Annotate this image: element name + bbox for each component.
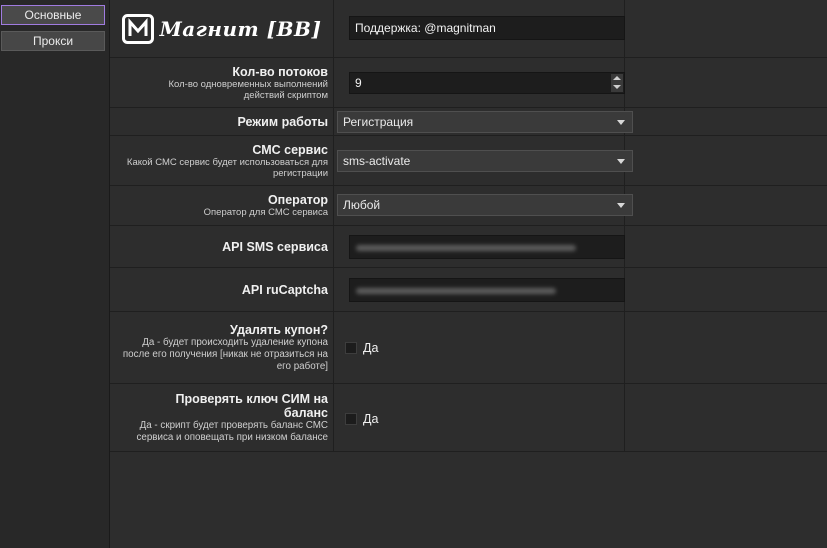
api-sms-title: API SMS сервиса <box>222 239 328 254</box>
api-sms-input[interactable] <box>349 235 625 259</box>
threads-value: 9 <box>355 76 362 90</box>
sms-service-value: sms-activate <box>343 154 411 168</box>
chevron-down-icon <box>617 159 625 164</box>
mode-select[interactable]: Регистрация <box>337 111 633 133</box>
logo-text: Магнит [BB] <box>159 16 322 41</box>
spin-up-icon[interactable] <box>611 74 623 83</box>
delete-coupon-control-cell: Да <box>335 312 625 383</box>
delete-coupon-checkbox-label[interactable]: Да <box>363 341 378 355</box>
check-sim-title: Проверять ключ СИМ на баланс <box>175 391 328 420</box>
delete-coupon-checkbox[interactable] <box>345 342 357 354</box>
operator-label-cell: Оператор Оператор для СМС сервиса <box>110 186 334 225</box>
operator-row: Оператор Оператор для СМС сервиса Любой <box>110 186 827 226</box>
logo: Магнит [BB] <box>121 13 322 44</box>
support-field[interactable]: Поддержка: @magnitman <box>349 16 625 40</box>
api-rucaptcha-title: API ruCaptcha <box>241 282 328 297</box>
api-sms-label-cell: API SMS сервиса <box>110 226 334 267</box>
check-sim-row: Проверять ключ СИМ на баланс Да - скрипт… <box>110 384 827 452</box>
delete-coupon-row: Удалять купон? Да - будет происходить уд… <box>110 312 827 384</box>
api-sms-control-cell <box>335 226 625 267</box>
logo-cell: Магнит [BB] <box>110 0 334 57</box>
sms-service-control-cell: sms-activate <box>335 136 633 185</box>
masked-value <box>356 245 576 251</box>
api-rucaptcha-input[interactable] <box>349 278 625 302</box>
check-sim-control-cell: Да <box>335 384 625 451</box>
header-row: Магнит [BB] Поддержка: @magnitman <box>110 0 827 58</box>
threads-label-cell: Кол-во потоков Кол-во одновременных выпо… <box>110 58 334 107</box>
check-sim-desc: Да - скрипт будет проверять баланс СМС с… <box>136 419 328 443</box>
settings-content: Магнит [BB] Поддержка: @magnitman Кол-во… <box>110 0 827 548</box>
mode-row: Режим работы Регистрация <box>110 108 827 136</box>
magnit-logo-icon <box>121 13 154 44</box>
api-rucaptcha-control-cell <box>335 268 625 311</box>
operator-title: Оператор <box>267 193 328 207</box>
api-rucaptcha-label-cell: API ruCaptcha <box>110 268 334 311</box>
sms-service-row: СМС сервис Какой СМС сервис будет исполь… <box>110 136 827 186</box>
check-sim-checkbox[interactable] <box>345 413 357 425</box>
tab-proxy[interactable]: Прокси <box>1 31 105 51</box>
side-panel: Основные Прокси <box>0 0 110 548</box>
operator-select[interactable]: Любой <box>337 194 633 216</box>
api-rucaptcha-row: API ruCaptcha <box>110 268 827 312</box>
operator-value: Любой <box>343 198 381 212</box>
threads-row: Кол-во потоков Кол-во одновременных выпо… <box>110 58 827 108</box>
check-sim-checkbox-label[interactable]: Да <box>363 412 378 426</box>
spin-down-icon[interactable] <box>611 83 623 92</box>
sms-service-select[interactable]: sms-activate <box>337 150 633 172</box>
threads-control-cell: 9 <box>335 58 625 107</box>
mode-label-cell: Режим работы <box>110 108 334 135</box>
threads-title: Кол-во потоков <box>232 64 328 79</box>
threads-spin[interactable] <box>611 74 623 92</box>
chevron-down-icon <box>617 203 625 208</box>
mode-title: Режим работы <box>237 114 328 129</box>
sms-service-label-cell: СМС сервис Какой СМС сервис будет исполь… <box>110 136 334 185</box>
chevron-down-icon <box>617 120 625 125</box>
delete-coupon-title: Удалять купон? <box>230 322 328 337</box>
mode-control-cell: Регистрация <box>335 108 633 135</box>
sms-service-title: СМС сервис <box>252 142 328 157</box>
check-sim-label-cell: Проверять ключ СИМ на баланс Да - скрипт… <box>110 384 334 451</box>
sms-service-desc: Какой СМС сервис будет использоваться дл… <box>126 156 328 179</box>
threads-desc: Кол-во одновременных выполнений действий… <box>168 78 329 101</box>
mode-value: Регистрация <box>343 115 414 129</box>
delete-coupon-label-cell: Удалять купон? Да - будет происходить уд… <box>110 312 334 383</box>
threads-stepper[interactable]: 9 <box>349 72 625 94</box>
operator-desc: Оператор для СМС сервиса <box>203 207 328 218</box>
operator-control-cell: Любой <box>335 186 633 225</box>
delete-coupon-desc: Да - будет происходить удаление купона п… <box>122 336 328 372</box>
masked-value <box>356 288 556 294</box>
tab-osnovnye[interactable]: Основные <box>1 5 105 25</box>
api-sms-row: API SMS сервиса <box>110 226 827 268</box>
support-cell: Поддержка: @magnitman <box>335 0 625 57</box>
